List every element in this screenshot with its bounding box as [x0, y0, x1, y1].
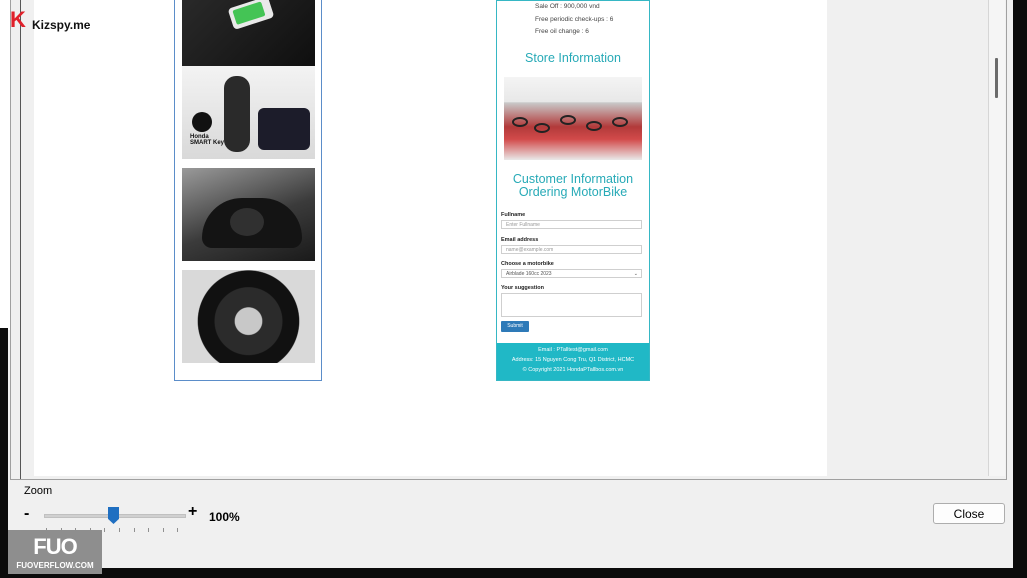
motorbike-label: Choose a motorbike [501, 261, 554, 267]
screen-edge-left [0, 328, 8, 578]
watermark-logo-text: Kizspy.me [32, 18, 91, 32]
preview-page-canvas [34, 0, 827, 476]
suggestion-textarea[interactable] [501, 293, 642, 317]
zoom-slider-tick [162, 528, 164, 532]
preview-page-left: Honda SMART Key [174, 0, 322, 381]
suggestion-label: Your suggestion [501, 285, 544, 291]
footer-email: Email : PTalltest@gmail.com [538, 347, 608, 353]
zoom-value-readout: 100% [209, 510, 240, 524]
screen-edge-right [1013, 0, 1027, 578]
helmet-icon [230, 208, 264, 236]
zoom-slider-tick [119, 528, 120, 532]
zoom-slider-tick [177, 528, 179, 532]
scrollbar-thumb[interactable] [995, 58, 998, 98]
fullname-label: Fullname [501, 212, 526, 218]
promo-line: Sale Off : 900,000 vnd [535, 3, 600, 10]
chevron-down-icon: ⌄ [633, 271, 638, 277]
zoom-slider-tick [104, 528, 106, 532]
zoom-slider-thumb[interactable] [108, 507, 119, 524]
window-left-edge [0, 0, 10, 330]
email-label: Email address [501, 237, 539, 243]
watermark-small-text: FUOVERFLOW.COM [16, 561, 94, 570]
submit-button[interactable]: Submit [501, 321, 529, 332]
page-footer: Email : PTalltest@gmail.com Address: 15 … [497, 343, 649, 380]
fullname-input[interactable]: Enter Fullname [501, 220, 642, 229]
promo-line: Free oil change : 6 [535, 28, 589, 35]
motorbike-select-value: Airblade 160cc 2023 [506, 271, 552, 277]
disc-brake-wheel-photo [182, 270, 315, 363]
footer-address: Address: 15 Nguyen Cong Tru, Q1 District… [511, 357, 635, 363]
zoom-out-button[interactable]: - [24, 505, 29, 523]
footer-copyright: © Copyright 2021 HondaPTallbos.com.vn [522, 367, 624, 373]
fuoverflow-watermark: FUO FUOVERFLOW.COM [8, 530, 102, 574]
ignition-unit-icon [258, 108, 310, 150]
watermark-logo-icon: K [10, 7, 26, 32]
zoom-slider-tick [148, 528, 150, 532]
zoom-in-button[interactable]: + [188, 503, 197, 521]
phone-icon [227, 0, 275, 30]
store-info-heading: Store Information [525, 51, 621, 65]
smart-key-photo: Honda SMART Key [182, 66, 315, 159]
screen-edge-bottom [0, 568, 1027, 578]
store-photo [504, 77, 642, 160]
key-fob-icon [224, 76, 250, 152]
under-seat-storage-photo [182, 168, 315, 261]
zoom-slider-tick [133, 528, 135, 532]
viewport-border-line [20, 0, 21, 479]
email-input[interactable]: name@example.com [501, 245, 642, 254]
zoom-label: Zoom [24, 485, 53, 497]
watermark-big-text: FUO [33, 534, 77, 559]
preview-page-right: Sale Off : 900,000 vnd Free periodic che… [496, 0, 650, 381]
promo-line: Free periodic check-ups : 6 [535, 16, 614, 23]
motorbike-select[interactable]: Airblade 160cc 2023 ⌄ [501, 269, 642, 278]
customer-info-heading: Customer Information Ordering MotorBike [512, 172, 634, 199]
close-button[interactable]: Close [933, 503, 1005, 524]
smart-key-badge-icon [192, 112, 212, 132]
